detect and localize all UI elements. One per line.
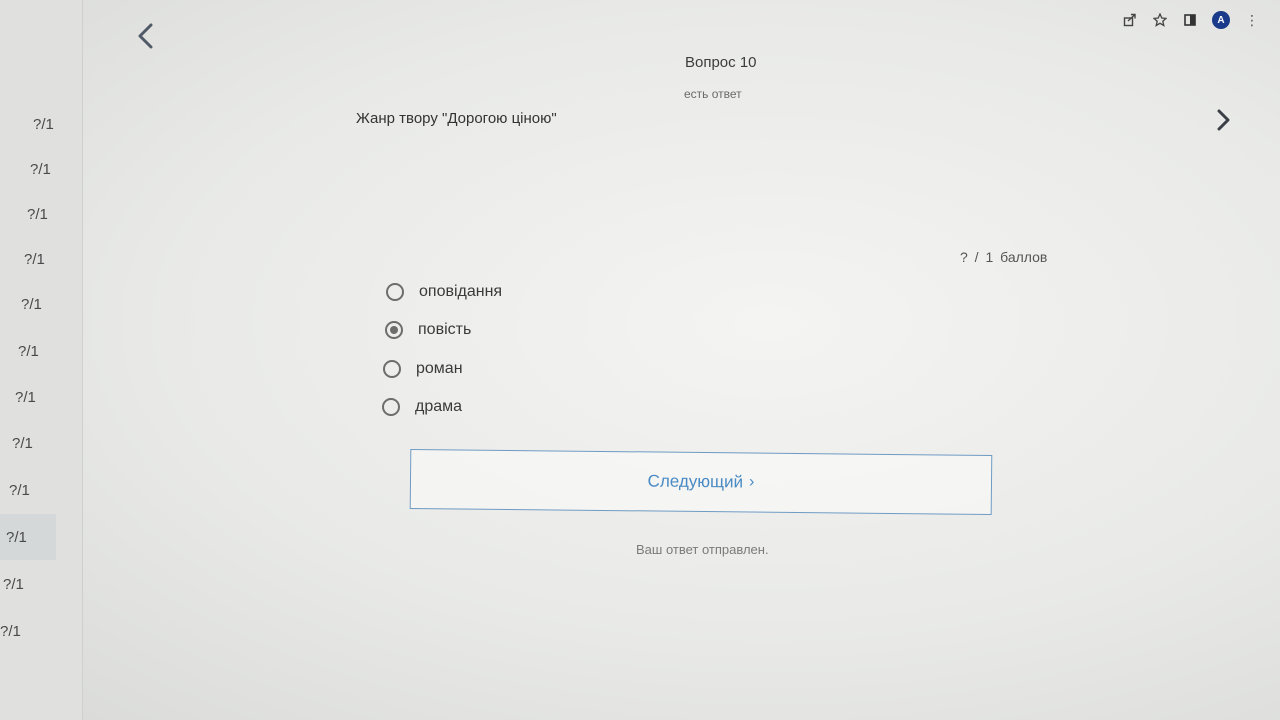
- question-nav-item[interactable]: ?/1: [0, 608, 82, 654]
- answer-option[interactable]: оповідання: [386, 280, 502, 304]
- question-nav-item[interactable]: ?/1: [0, 467, 82, 513]
- menu-icon[interactable]: ⋮: [1244, 12, 1260, 28]
- radio-button-checked[interactable]: [385, 321, 403, 339]
- option-label: роман: [416, 360, 463, 377]
- question-nav-item[interactable]: ?/1: [0, 420, 82, 466]
- quiz-screen: ?/1 ?/1 ?/1 ?/1 ?/1 ?/1 ?/1 ?/1 ?/1 ?/1 …: [0, 0, 1280, 720]
- back-arrow-icon[interactable]: [134, 22, 158, 50]
- share-icon[interactable]: [1122, 12, 1138, 28]
- star-icon[interactable]: [1152, 12, 1168, 28]
- question-nav-item[interactable]: ?/1: [0, 191, 82, 237]
- question-nav-item[interactable]: ?/1: [0, 101, 82, 147]
- question-title: Вопрос 10: [685, 54, 757, 71]
- option-label: оповідання: [419, 283, 503, 300]
- radio-dot: [390, 326, 398, 334]
- option-label: драма: [415, 398, 463, 415]
- question-nav-item[interactable]: ?/1: [0, 146, 82, 192]
- forward-arrow-icon[interactable]: [1214, 106, 1234, 134]
- question-text: Жанр твору "Дорогою ціною": [356, 110, 557, 127]
- question-nav-sidebar: ?/1 ?/1 ?/1 ?/1 ?/1 ?/1 ?/1 ?/1 ?/1 ?/1 …: [0, 0, 83, 720]
- question-nav-item-current[interactable]: ?/1: [0, 514, 56, 560]
- answer-option[interactable]: роман: [383, 357, 463, 381]
- points-label: ? / 1 баллов: [960, 249, 1048, 265]
- reader-icon[interactable]: [1182, 12, 1198, 28]
- next-button[interactable]: Следующий ›: [409, 448, 993, 516]
- radio-button[interactable]: [386, 283, 404, 301]
- question-nav-item[interactable]: ?/1: [0, 328, 82, 374]
- answer-option-selected[interactable]: повість: [385, 318, 471, 342]
- question-nav-item[interactable]: ?/1: [0, 236, 82, 282]
- chevron-right-icon: ›: [748, 473, 755, 491]
- question-nav-item[interactable]: ?/1: [0, 281, 82, 327]
- answer-option[interactable]: драма: [382, 395, 462, 419]
- radio-button[interactable]: [383, 360, 401, 378]
- option-label: повість: [418, 321, 472, 338]
- question-nav-item[interactable]: ?/1: [0, 561, 82, 607]
- avatar[interactable]: A: [1212, 11, 1230, 29]
- submitted-message: Ваш ответ отправлен.: [636, 542, 769, 557]
- question-nav-item[interactable]: ?/1: [0, 374, 82, 420]
- radio-button[interactable]: [382, 398, 400, 416]
- question-status: есть ответ: [684, 87, 742, 101]
- next-button-label: Следующий: [647, 471, 744, 492]
- browser-toolbar: A ⋮: [1122, 8, 1260, 32]
